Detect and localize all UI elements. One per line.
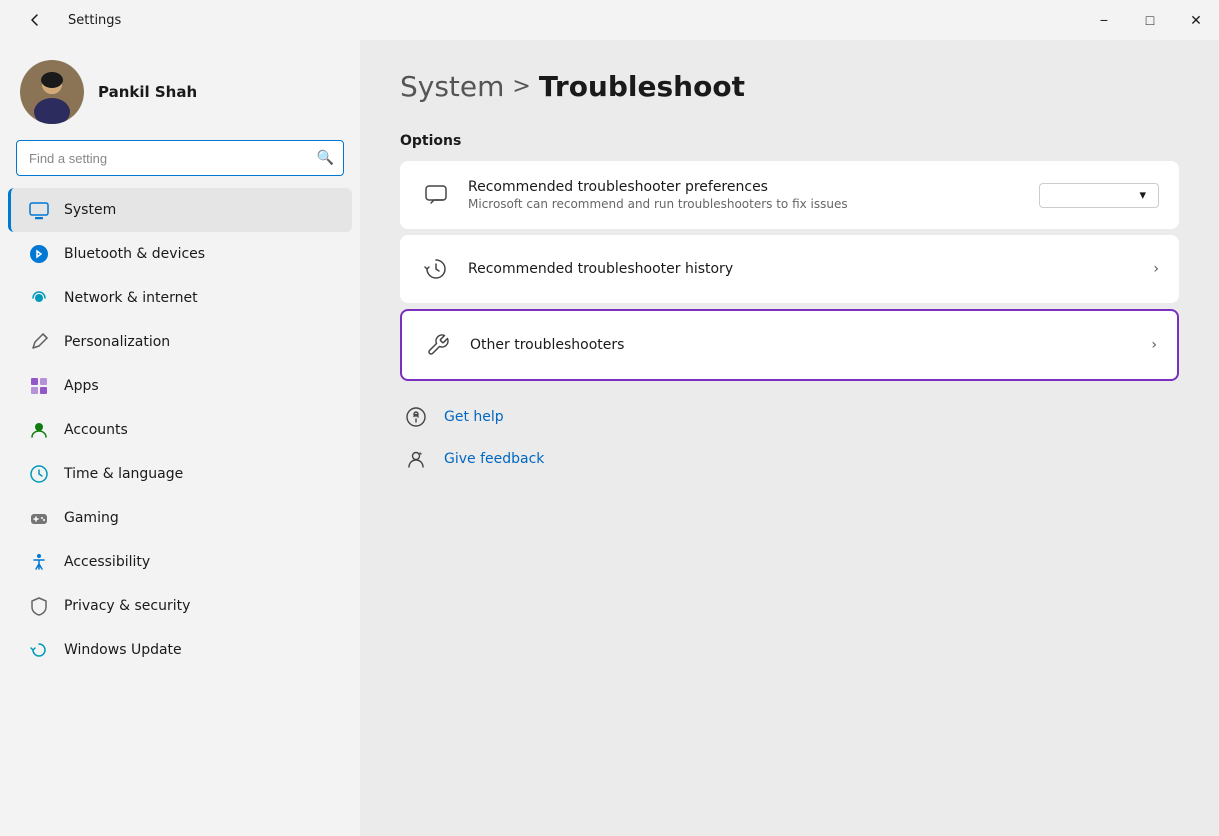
sidebar-item-accounts[interactable]: Accounts [8, 408, 352, 452]
search-icon: 🔍 [317, 150, 334, 166]
section-label: Options [400, 133, 1179, 149]
back-button[interactable] [12, 0, 58, 40]
breadcrumb: System > Troubleshoot [400, 70, 1179, 103]
close-button[interactable]: ✕ [1173, 0, 1219, 40]
update-icon [28, 639, 50, 661]
breadcrumb-separator: > [512, 74, 530, 99]
card-row-recommended-history[interactable]: Recommended troubleshooter history › [400, 235, 1179, 303]
accounts-icon [28, 419, 50, 441]
gaming-icon [28, 507, 50, 529]
sidebar-label-time: Time & language [64, 466, 183, 482]
dropdown-value [1052, 188, 1056, 203]
card-title-other-troubleshooters: Other troubleshooters [470, 337, 1135, 353]
sidebar-label-bluetooth: Bluetooth & devices [64, 246, 205, 262]
sidebar-item-apps[interactable]: Apps [8, 364, 352, 408]
privacy-icon [28, 595, 50, 617]
sidebar-label-accessibility: Accessibility [64, 554, 150, 570]
user-profile[interactable]: Pankil Shah [0, 40, 360, 140]
sidebar-item-accessibility[interactable]: Accessibility [8, 540, 352, 584]
chevron-down-icon: ▾ [1139, 188, 1146, 203]
sidebar: Pankil Shah 🔍 System [0, 40, 360, 836]
search-box: 🔍 [16, 140, 344, 176]
system-icon [28, 199, 50, 221]
sidebar-item-privacy[interactable]: Privacy & security [8, 584, 352, 628]
sidebar-item-gaming[interactable]: Gaming [8, 496, 352, 540]
sidebar-label-update: Windows Update [64, 642, 182, 658]
sidebar-item-time[interactable]: Time & language [8, 452, 352, 496]
sidebar-item-system[interactable]: System [8, 188, 352, 232]
card-dropdown-recommended-prefs[interactable]: ▾ [1039, 183, 1159, 208]
dropdown-box[interactable]: ▾ [1039, 183, 1159, 208]
breadcrumb-parent[interactable]: System [400, 70, 504, 103]
wrench-icon [422, 329, 454, 361]
sidebar-item-network[interactable]: Network & internet [8, 276, 352, 320]
window-controls: − □ ✕ [1081, 0, 1219, 40]
user-name: Pankil Shah [98, 83, 197, 101]
sidebar-item-update[interactable]: Windows Update [8, 628, 352, 672]
main-content: System > Troubleshoot Options Recommende… [360, 40, 1219, 836]
give-feedback-link[interactable]: Give feedback [400, 443, 1179, 475]
apps-icon [28, 375, 50, 397]
card-text-recommended-history: Recommended troubleshooter history [468, 261, 1137, 277]
card-title-recommended-history: Recommended troubleshooter history [468, 261, 1137, 277]
sidebar-label-apps: Apps [64, 378, 99, 394]
maximize-button[interactable]: □ [1127, 0, 1173, 40]
help-icon [400, 401, 432, 433]
chat-icon [420, 179, 452, 211]
bluetooth-icon [28, 243, 50, 265]
get-help-link[interactable]: Get help [400, 401, 1179, 433]
titlebar-left: Settings [12, 0, 121, 40]
card-row-other-troubleshooters[interactable]: Other troubleshooters › [402, 311, 1177, 379]
sidebar-item-personalization[interactable]: Personalization [8, 320, 352, 364]
app-container: Pankil Shah 🔍 System [0, 40, 1219, 836]
card-recommended-history[interactable]: Recommended troubleshooter history › [400, 235, 1179, 303]
history-icon [420, 253, 452, 285]
time-icon [28, 463, 50, 485]
accessibility-icon [28, 551, 50, 573]
card-text-other-troubleshooters: Other troubleshooters [470, 337, 1135, 353]
card-recommended-prefs[interactable]: Recommended troubleshooter preferences M… [400, 161, 1179, 229]
card-subtitle-recommended-prefs: Microsoft can recommend and run troubles… [468, 197, 1023, 211]
sidebar-label-accounts: Accounts [64, 422, 128, 438]
card-other-troubleshooters[interactable]: Other troubleshooters › [400, 309, 1179, 381]
sidebar-label-personalization: Personalization [64, 334, 170, 350]
search-input[interactable] [16, 140, 344, 176]
give-feedback-label[interactable]: Give feedback [444, 451, 544, 467]
network-icon [28, 287, 50, 309]
sidebar-label-privacy: Privacy & security [64, 598, 190, 614]
titlebar: Settings − □ ✕ [0, 0, 1219, 40]
links-section: Get help Give feedback [400, 401, 1179, 475]
avatar [20, 60, 84, 124]
minimize-button[interactable]: − [1081, 0, 1127, 40]
chevron-right-icon-history: › [1153, 261, 1159, 277]
personalization-icon [28, 331, 50, 353]
card-text-recommended-prefs: Recommended troubleshooter preferences M… [468, 179, 1023, 211]
breadcrumb-current: Troubleshoot [539, 70, 745, 103]
sidebar-item-bluetooth[interactable]: Bluetooth & devices [8, 232, 352, 276]
app-title: Settings [68, 13, 121, 28]
sidebar-label-system: System [64, 202, 116, 218]
feedback-icon [400, 443, 432, 475]
sidebar-label-network: Network & internet [64, 290, 198, 306]
sidebar-label-gaming: Gaming [64, 510, 119, 526]
chevron-right-icon-other: › [1151, 337, 1157, 353]
card-title-recommended-prefs: Recommended troubleshooter preferences [468, 179, 1023, 195]
get-help-label[interactable]: Get help [444, 409, 504, 425]
card-row-recommended-prefs[interactable]: Recommended troubleshooter preferences M… [400, 161, 1179, 229]
